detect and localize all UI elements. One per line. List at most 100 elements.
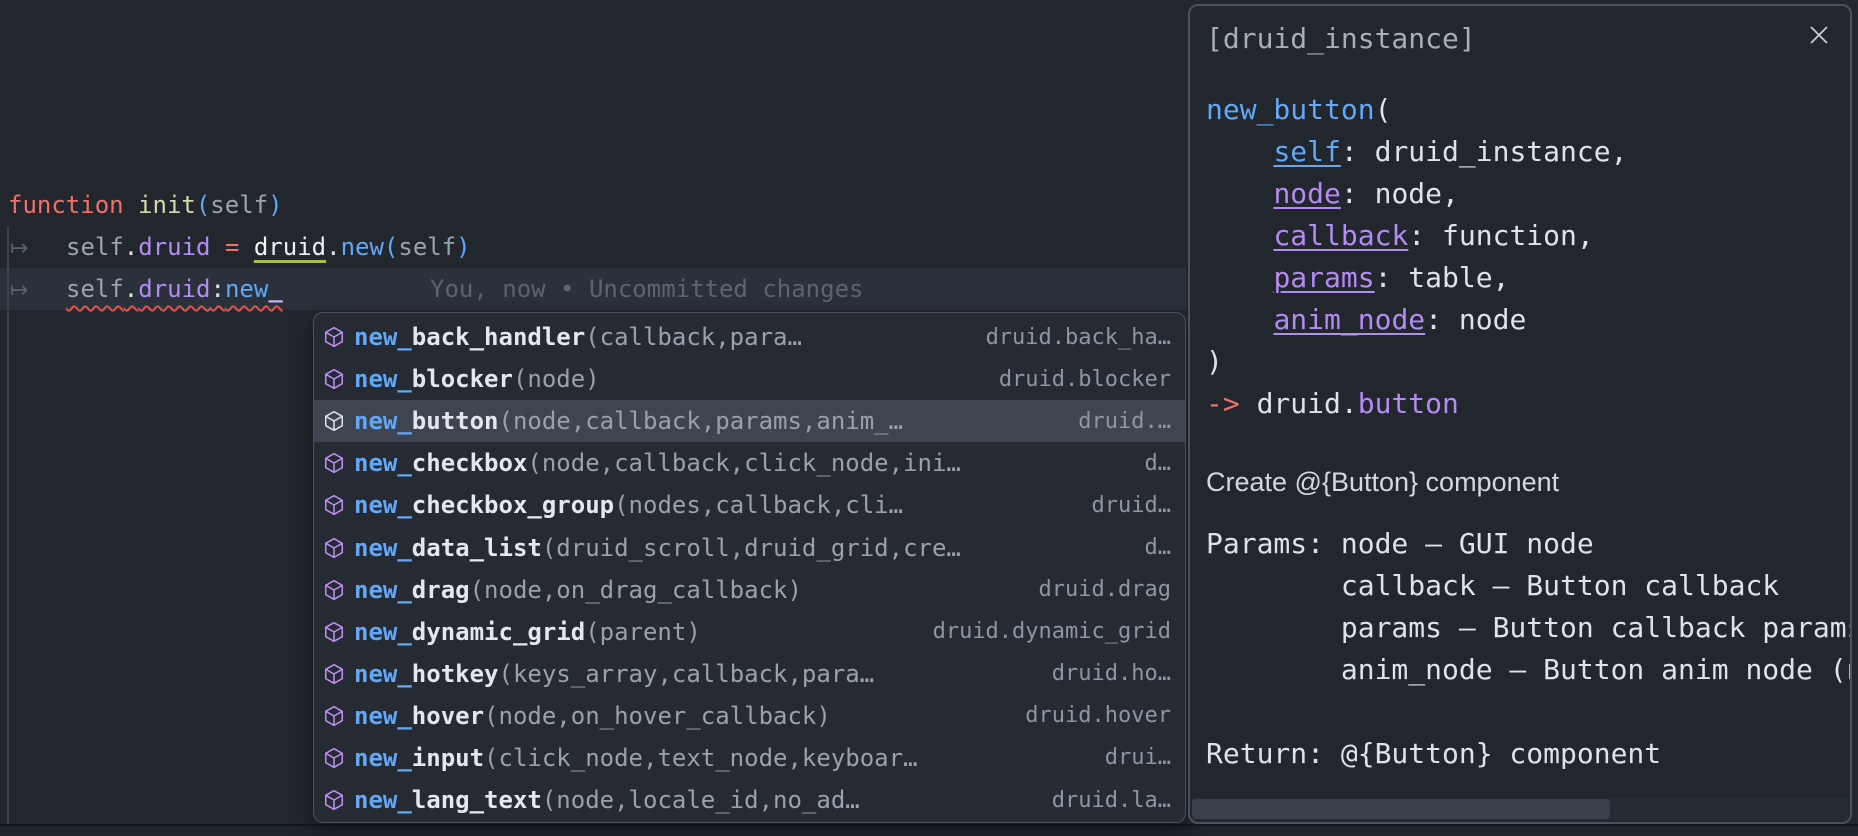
code-token: [1206, 261, 1273, 294]
completion-signature: (node,on_drag_callback): [470, 576, 802, 604]
completion-item[interactable]: new_lang_text(node,locale_id,no_ad…druid…: [314, 779, 1185, 821]
code-token: function: [8, 191, 124, 219]
code-token: [239, 233, 253, 261]
code-token: ): [268, 191, 282, 219]
doc-signature-line: ): [1206, 341, 1850, 383]
code-token: :: [1375, 261, 1392, 294]
code-token: druid_instance,: [1358, 135, 1628, 168]
completion-signature: (nodes,callback,cli…: [614, 491, 903, 519]
completion-module-label: druid.hover: [1013, 703, 1171, 728]
completion-signature: (node,callback,params,anim_…: [499, 407, 904, 435]
cube-icon: [323, 789, 345, 811]
completion-name: new_data_list: [354, 534, 542, 562]
editor-window: function init(self)↦self.druid = druid.n…: [0, 0, 1858, 836]
code-token: [211, 233, 225, 261]
matched-prefix: new_: [354, 744, 412, 772]
code-token: node: [1273, 177, 1340, 210]
completion-item[interactable]: new_dynamic_grid(parent)druid.dynamic_gr…: [314, 611, 1185, 653]
completion-item[interactable]: new_checkbox(node,callback,click_node,in…: [314, 442, 1185, 484]
doc-signature-line: self: druid_instance,: [1206, 131, 1850, 173]
doc-scrollbar-thumb[interactable]: [1192, 799, 1610, 819]
completion-item[interactable]: new_input(click_node,text_node,keyboar…d…: [314, 737, 1185, 779]
code-token: self: [1273, 135, 1340, 168]
code-token: init: [138, 191, 196, 219]
matched-prefix: new_: [354, 534, 412, 562]
completion-item[interactable]: new_hover(node,on_hover_callback)druid.h…: [314, 695, 1185, 737]
matched-prefix: new_: [354, 323, 412, 351]
completion-signature: (click_node,text_node,keyboar…: [484, 744, 917, 772]
completion-name: new_hotkey: [354, 660, 499, 688]
matched-prefix: new_: [354, 618, 412, 646]
completion-signature: (callback,para…: [585, 323, 802, 351]
autocomplete-popup: new_back_handler(callback,para…druid.bac…: [313, 312, 1186, 823]
code-token: new_button: [1206, 93, 1375, 126]
code-token: new: [341, 233, 384, 261]
code-token: [1206, 219, 1273, 252]
completion-signature: (node): [513, 365, 600, 393]
completion-item[interactable]: new_drag(node,on_drag_callback)druid.dra…: [314, 569, 1185, 611]
code-line[interactable]: function init(self): [8, 184, 471, 226]
matched-prefix: new_: [354, 449, 412, 477]
code-token: node,: [1358, 177, 1459, 210]
completion-item[interactable]: new_checkbox_group(nodes,callback,cli…dr…: [314, 484, 1185, 526]
completion-module-label: druid.blocker: [987, 367, 1171, 392]
code-token: ->: [1206, 387, 1240, 420]
completion-item[interactable]: new_data_list(druid_scroll,druid_grid,cr…: [314, 526, 1185, 568]
matched-prefix: new_: [354, 660, 412, 688]
doc-panel: [druid_instance] new_button( self: druid…: [1188, 4, 1852, 824]
code-token: :: [1341, 177, 1358, 210]
completion-module-label: druid…: [1080, 493, 1171, 518]
cube-icon: [323, 537, 345, 559]
window-bottom-edge: [0, 824, 1858, 836]
code-token: node: [1442, 303, 1526, 336]
matched-prefix: new_: [354, 786, 412, 814]
completion-module-label: drui…: [1093, 745, 1171, 770]
doc-return: Return: @{Button} component: [1206, 733, 1850, 775]
completion-item[interactable]: new_hotkey(keys_array,callback,para…drui…: [314, 653, 1185, 695]
code-token: .: [124, 275, 138, 303]
code-token: :: [1341, 135, 1358, 168]
completion-module-label: druid.back_ha…: [974, 325, 1171, 350]
completion-item[interactable]: new_blocker(node)druid.blocker: [314, 358, 1185, 400]
doc-horizontal-scrollbar[interactable]: [1192, 798, 1848, 820]
error-underlined-code: self.druid:new_: [66, 275, 283, 303]
completion-signature: (keys_array,callback,para…: [499, 660, 875, 688]
completion-name: new_button: [354, 407, 499, 435]
matched-prefix: new_: [354, 702, 412, 730]
completion-signature: (druid_scroll,druid_grid,cre…: [542, 534, 961, 562]
code-token: table,: [1391, 261, 1509, 294]
doc-signature-line: -> druid.button: [1206, 383, 1850, 425]
indent-guide-line: [7, 226, 9, 824]
code-token: self: [210, 191, 268, 219]
cube-icon: [323, 747, 345, 769]
doc-signature-line: anim_node: node: [1206, 299, 1850, 341]
code-token: new: [225, 275, 268, 303]
doc-signature-line: params: table,: [1206, 257, 1850, 299]
code-editor[interactable]: function init(self)↦self.druid = druid.n…: [8, 184, 471, 310]
completion-name: new_dynamic_grid: [354, 618, 585, 646]
code-token: druid: [254, 233, 326, 261]
code-line[interactable]: ↦self.druid:new_You, now • Uncommitted c…: [8, 268, 471, 310]
code-token: (: [1375, 93, 1392, 126]
code-line[interactable]: ↦self.druid = druid.new(self): [8, 226, 471, 268]
completion-signature: (parent): [585, 618, 701, 646]
completion-item[interactable]: new_button(node,callback,params,anim_…dr…: [314, 400, 1185, 442]
cube-icon: [323, 579, 345, 601]
tab-whitespace-icon: ↦: [8, 270, 66, 312]
completion-signature: (node,callback,click_node,ini…: [527, 449, 960, 477]
completion-item[interactable]: new_back_handler(callback,para…druid.bac…: [314, 316, 1185, 358]
code-token: .: [326, 233, 340, 261]
code-token: params: [1273, 261, 1374, 294]
close-icon[interactable]: [1808, 24, 1830, 46]
completion-module-label: druid.drag: [1027, 577, 1171, 602]
code-token: :: [1408, 219, 1425, 252]
completion-module-label: d…: [1133, 535, 1172, 560]
code-token: callback: [1273, 219, 1408, 252]
cube-icon: [323, 326, 345, 348]
matched-prefix: new_: [354, 407, 412, 435]
code-token: druid: [138, 275, 210, 303]
completion-signature: (node,on_hover_callback): [484, 702, 831, 730]
cube-icon: [323, 452, 345, 474]
doc-panel-content: [druid_instance] new_button( self: druid…: [1206, 18, 1850, 775]
completion-signature: (node,locale_id,no_ad…: [542, 786, 860, 814]
